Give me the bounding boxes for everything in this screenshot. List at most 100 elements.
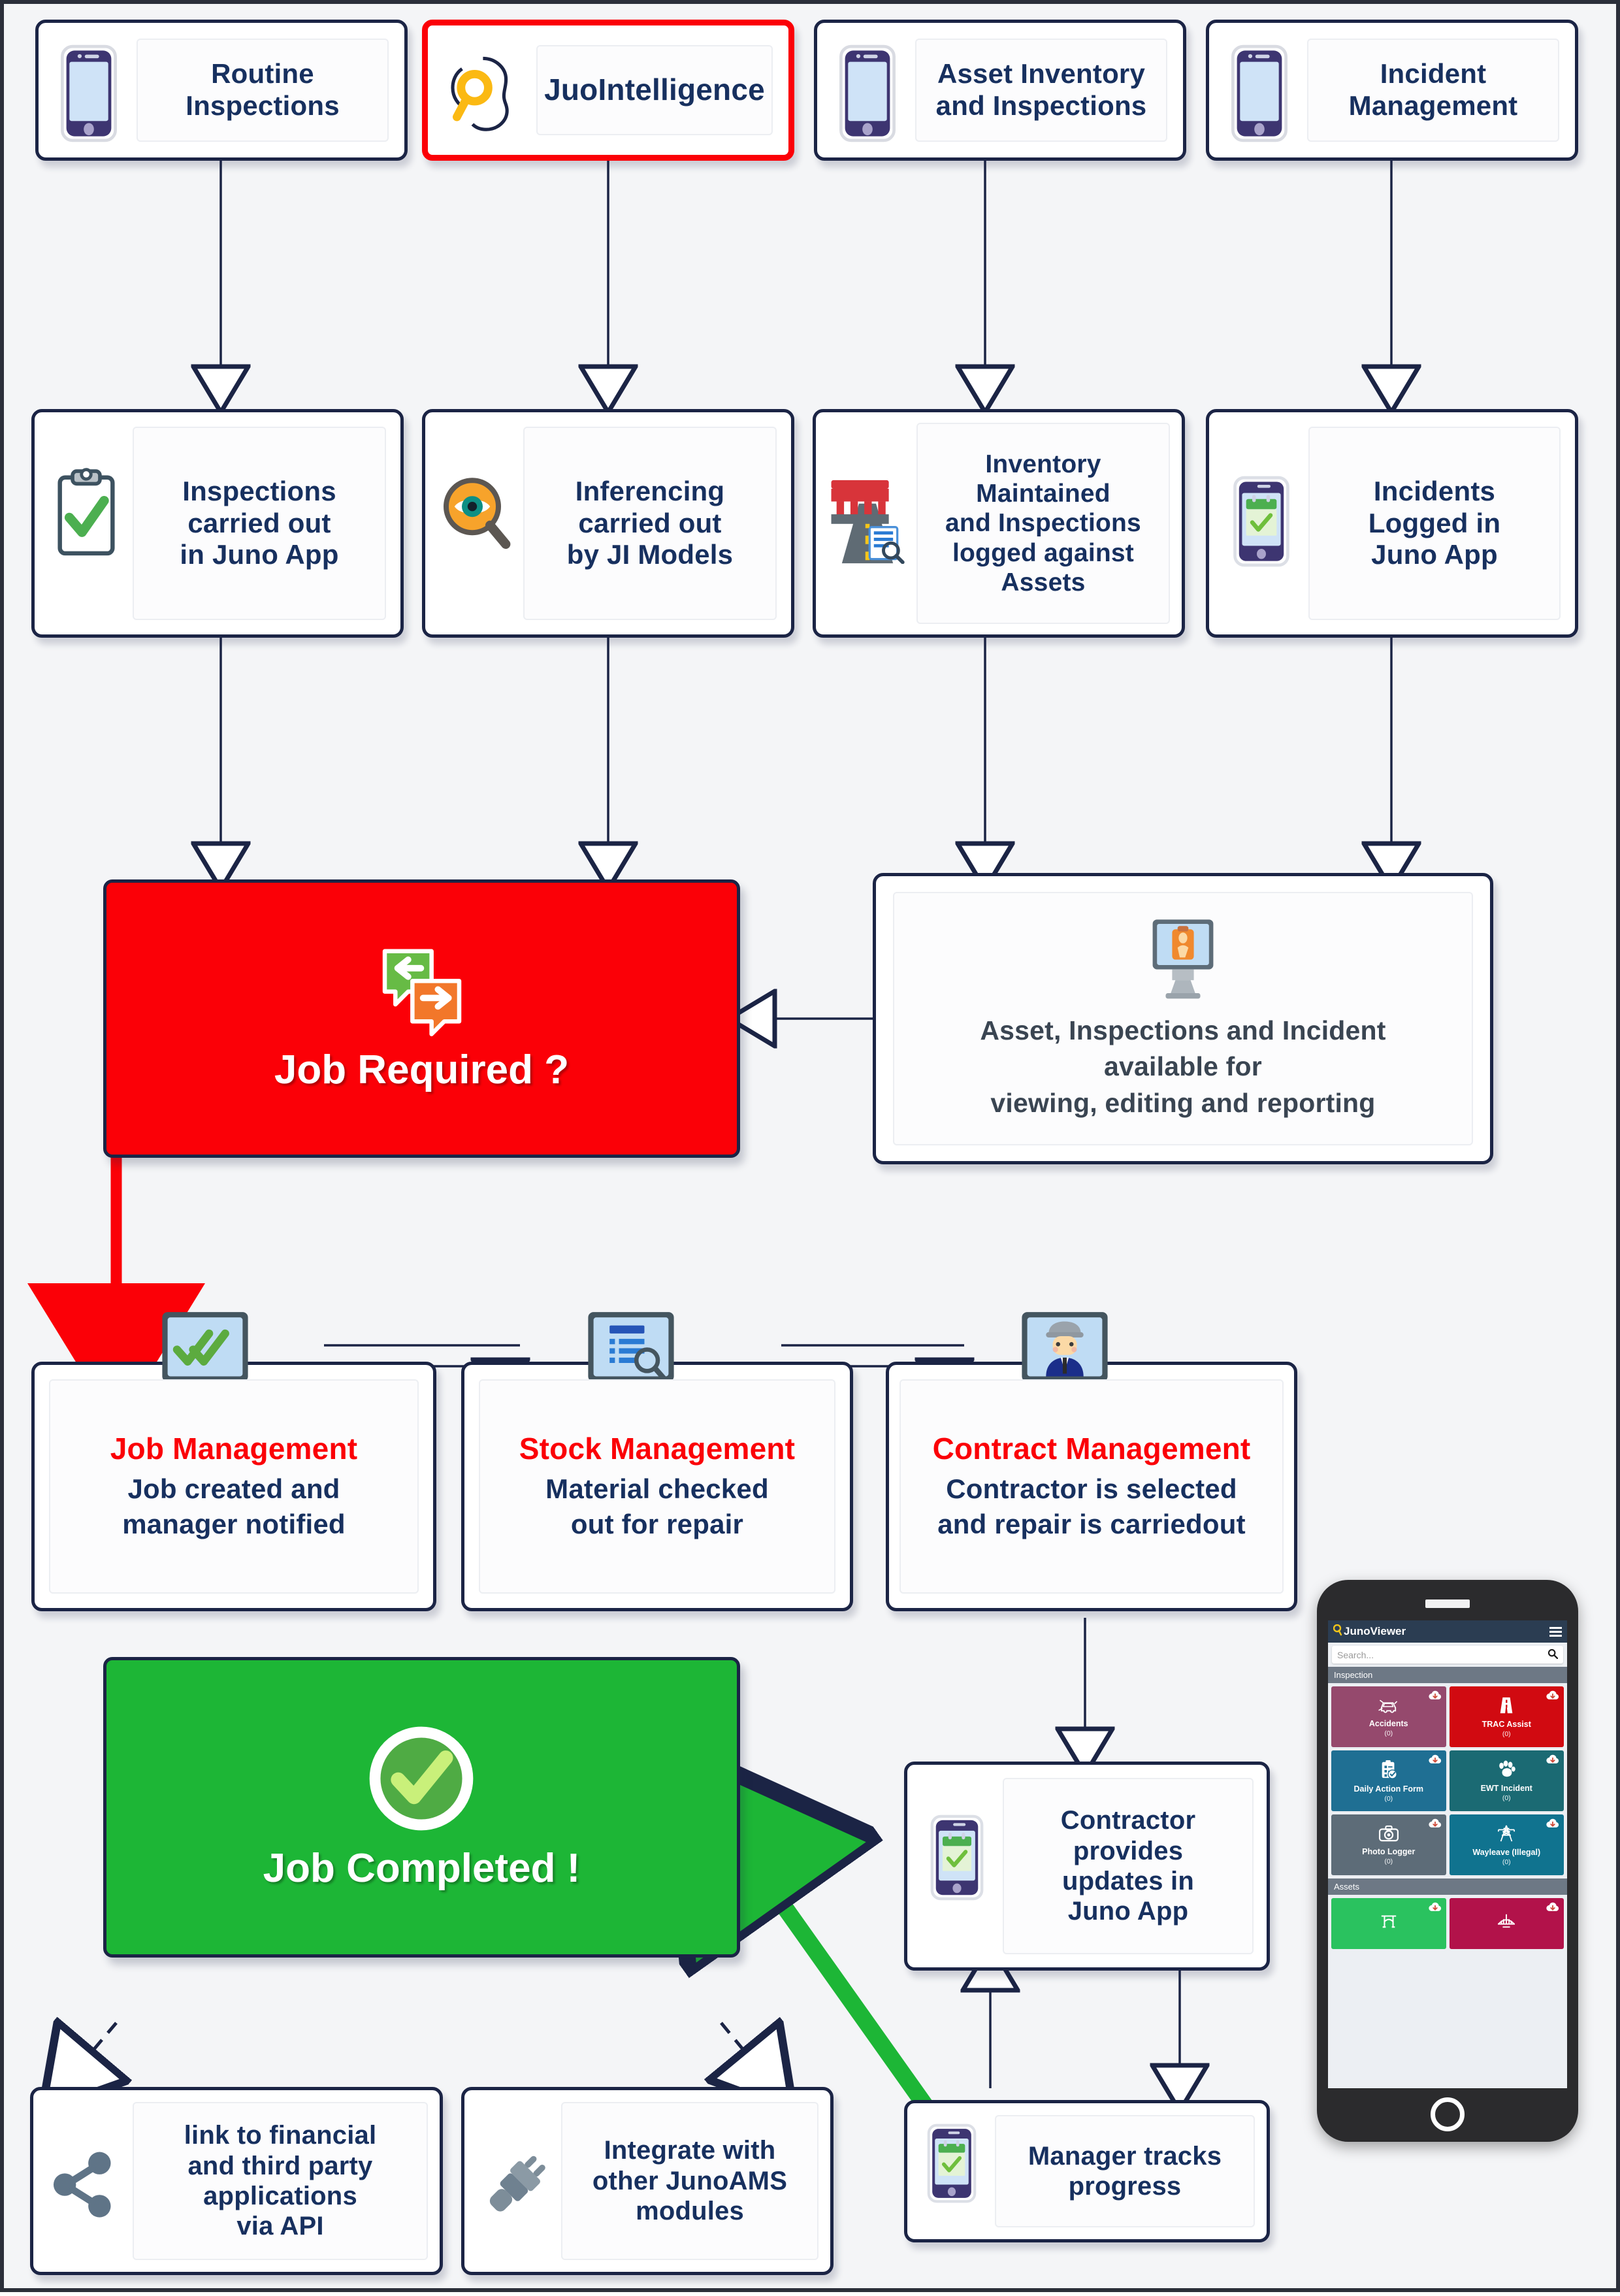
cloud-download-icon[interactable]: [1428, 1690, 1442, 1704]
phone-mockup: JunoViewer Search... Inspection Accident…: [1317, 1580, 1578, 2142]
cloud-download-icon[interactable]: [1546, 1754, 1560, 1768]
job-management-title: Job Management: [110, 1431, 358, 1466]
card-label: Contractor provides updates in Juno App: [1003, 1778, 1254, 1954]
clipboard-check-icon: [50, 463, 122, 561]
car-crash-icon: [1378, 1697, 1400, 1718]
cloud-download-icon[interactable]: [1546, 1901, 1560, 1916]
viewing-panel-inner: Asset, Inspections and Incident availabl…: [893, 892, 1473, 1145]
card-incident-management[interactable]: Incident Management: [1206, 20, 1578, 161]
eye-magnifier-icon: [438, 472, 517, 557]
section-header-assets: Assets: [1328, 1878, 1567, 1895]
stock-management-title: Stock Management: [519, 1431, 796, 1466]
app-header: JunoViewer: [1328, 1620, 1567, 1643]
card-link-financial-api[interactable]: link to financial and third party applic…: [30, 2087, 443, 2275]
desktop-clipboard-icon: [1141, 916, 1225, 1001]
clipboard-check-icon: [1380, 1760, 1398, 1783]
card-label: Inspections carried out in Juno App: [133, 427, 386, 620]
tile-count: (0): [1502, 1858, 1511, 1866]
tile-photo-logger[interactable]: Photo Logger (0): [1331, 1814, 1446, 1875]
decision-label: Job Required ?: [274, 1047, 570, 1092]
tile-count: (0): [1502, 1730, 1511, 1738]
tile-culvert[interactable]: [1331, 1898, 1446, 1949]
card-routine-inspections[interactable]: Routine Inspections: [35, 20, 408, 161]
card-stock-management[interactable]: Stock Management Material checked out fo…: [461, 1312, 853, 1611]
cloud-download-icon[interactable]: [1428, 1754, 1442, 1768]
mobile-calendar-check-icon: [923, 1812, 991, 1903]
tile-suspension-bridge[interactable]: [1449, 1898, 1564, 1949]
tile-grid-assets: [1328, 1895, 1567, 1952]
road-icon: [1497, 1696, 1516, 1718]
card-inspections-carried-out[interactable]: Inspections carried out in Juno App: [31, 409, 404, 638]
completed-label: Job Completed !: [263, 1845, 581, 1891]
card-label: Asset Inventory and Inspections: [915, 39, 1167, 142]
card-manager-tracks-progress[interactable]: Manager tracks progress: [904, 2100, 1270, 2242]
mobile-phone-icon: [1223, 41, 1295, 146]
tile-count: (0): [1384, 1794, 1393, 1803]
tile-label: Wayleave (Illegal): [1472, 1847, 1541, 1857]
two-way-chat-arrows-icon: [376, 945, 468, 1036]
plug-connector-icon: [476, 2141, 553, 2226]
hamburger-menu-icon[interactable]: [1549, 1626, 1562, 1637]
status-job-completed[interactable]: Job Completed !: [103, 1657, 740, 1958]
phone-home-button[interactable]: [1431, 2097, 1465, 2131]
tile-label: Photo Logger: [1362, 1846, 1416, 1856]
tile-count: (0): [1384, 1729, 1393, 1737]
app-brand-label: JunoViewer: [1344, 1625, 1406, 1637]
search-input[interactable]: Search...: [1332, 1646, 1563, 1664]
card-label: link to financial and third party applic…: [133, 2102, 428, 2260]
search-icon[interactable]: [1547, 1648, 1559, 1661]
ai-brain-magnifier-icon: [445, 52, 523, 140]
phone-screen: JunoViewer Search... Inspection Accident…: [1328, 1620, 1567, 2088]
tile-wayleave-illegal[interactable]: Wayleave (Illegal) (0): [1449, 1814, 1564, 1875]
tile-label: EWT Incident: [1480, 1783, 1532, 1793]
stock-management-inner: Stock Management Material checked out fo…: [479, 1379, 835, 1594]
card-inferencing-ji-models[interactable]: Inferencing carried out by JI Models: [422, 409, 794, 638]
job-management-body: Job created and manager notified: [122, 1473, 346, 1539]
card-incidents-logged[interactable]: Incidents Logged in Juno App: [1206, 409, 1578, 638]
contract-management-body: Contractor is selected and repair is car…: [937, 1473, 1246, 1539]
cloud-download-icon[interactable]: [1546, 1690, 1560, 1704]
check-circle-icon: [366, 1724, 478, 1835]
card-asset-inventory-inspections[interactable]: Asset Inventory and Inspections: [814, 20, 1186, 161]
card-label: Manager tracks progress: [995, 2115, 1255, 2227]
share-nodes-icon: [48, 2141, 125, 2226]
mobile-calendar-check-icon: [922, 2122, 982, 2205]
contract-management-title: Contract Management: [932, 1431, 1251, 1466]
tile-ewt-incident[interactable]: EWT Incident (0): [1449, 1750, 1564, 1811]
phone-speaker: [1425, 1599, 1470, 1608]
card-label: JuoIntelligence: [536, 45, 773, 135]
card-asset-inspections-available[interactable]: Asset, Inspections and Incident availabl…: [873, 873, 1493, 1164]
tile-label: Daily Action Form: [1353, 1784, 1424, 1794]
tile-count: (0): [1384, 1857, 1393, 1865]
tile-daily-action-form[interactable]: Daily Action Form (0): [1331, 1750, 1446, 1811]
cloud-download-icon[interactable]: [1428, 1818, 1442, 1832]
flowchart-canvas: Routine Inspections JuoIntelligence Asse…: [0, 0, 1620, 2292]
contract-management-inner: Contract Management Contractor is select…: [899, 1379, 1284, 1594]
card-label: Routine Inspections: [137, 39, 389, 142]
card-job-management[interactable]: Job Management Job created and manager n…: [31, 1312, 436, 1611]
tile-trac-assist[interactable]: TRAC Assist (0): [1449, 1686, 1564, 1747]
viewing-panel-label: Asset, Inspections and Incident availabl…: [980, 1015, 1386, 1118]
card-label: Incidents Logged in Juno App: [1308, 427, 1561, 620]
mobile-phone-icon: [53, 41, 125, 146]
tile-grid-inspection: Accidents (0) TRAC Assist (0) Daily Acti…: [1328, 1683, 1567, 1878]
card-label: Inferencing carried out by JI Models: [523, 427, 777, 620]
card-juointelligence[interactable]: JuoIntelligence: [422, 20, 794, 161]
cloud-download-icon[interactable]: [1428, 1901, 1442, 1916]
card-contract-management[interactable]: Contract Management Contractor is select…: [886, 1312, 1297, 1611]
culvert-icon: [1379, 1912, 1399, 1934]
card-inventory-maintained[interactable]: Inventory Maintained and Inspections log…: [813, 409, 1185, 638]
tile-label: Accidents: [1369, 1718, 1408, 1728]
mobile-phone-icon: [832, 41, 903, 146]
card-integrate-junoams-modules[interactable]: Integrate with other JunoAMS modules: [461, 2087, 834, 2275]
cloud-download-icon[interactable]: [1546, 1818, 1560, 1832]
tile-accidents[interactable]: Accidents (0): [1331, 1686, 1446, 1747]
card-label: Integrate with other JunoAMS modules: [561, 2102, 818, 2260]
app-brand: JunoViewer: [1333, 1624, 1406, 1639]
tile-count: (0): [1502, 1794, 1511, 1802]
suspension-bridge-icon: [1497, 1912, 1516, 1933]
card-label: Inventory Maintained and Inspections log…: [916, 423, 1170, 624]
tile-label: TRAC Assist: [1482, 1719, 1531, 1729]
card-contractor-updates[interactable]: Contractor provides updates in Juno App: [904, 1762, 1270, 1971]
decision-job-required[interactable]: Job Required ?: [103, 879, 740, 1158]
